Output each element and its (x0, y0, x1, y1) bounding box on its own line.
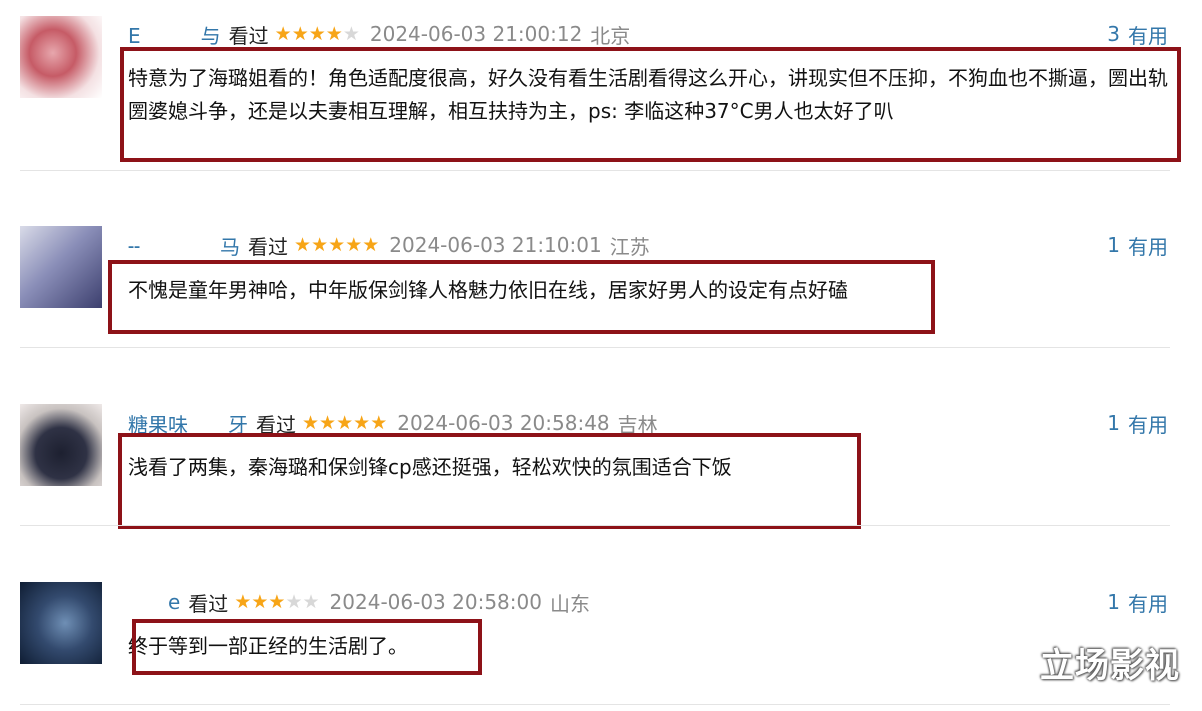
review-meta: ╌ 马 看过 ★ ★ ★ ★ ★ 2024-06-03 21:10:01 江苏 (128, 230, 650, 260)
review-meta: e 看过 ★ ★ ★ ★ ★ 2024-06-03 20:58:00 山东 (128, 587, 590, 617)
star-icon: ★ (268, 590, 286, 613)
useful-count: 3 (1107, 22, 1120, 46)
star-icon: ★ (294, 233, 312, 256)
highlight-box (118, 433, 861, 529)
highlight-box (132, 619, 482, 675)
watched-label: 看过 (228, 23, 269, 48)
useful-button[interactable]: 有用 (1128, 588, 1168, 617)
review-time: 2024-06-03 21:10:01 (389, 233, 602, 257)
highlight-box (108, 260, 935, 334)
avatar[interactable] (20, 226, 102, 308)
review-location: 山东 (549, 591, 590, 616)
useful-button[interactable]: 有用 (1128, 20, 1168, 49)
useful-vote[interactable]: 1 有用 (1107, 408, 1168, 438)
star-icon: ★ (336, 411, 354, 434)
star-icon: ★ (325, 22, 343, 45)
star-icon: ★ (362, 233, 380, 256)
useful-vote[interactable]: 1 有用 (1107, 230, 1168, 260)
review-time: 2024-06-03 21:00:12 (369, 22, 583, 46)
username-link[interactable]: e (128, 590, 180, 614)
watched-label: 看过 (188, 591, 229, 616)
useful-vote[interactable]: 1 有用 (1107, 587, 1168, 617)
useful-vote[interactable]: 3 有用 (1107, 19, 1168, 49)
star-empty-icon: ★ (342, 22, 360, 45)
useful-count: 1 (1107, 233, 1120, 257)
rating-stars: ★ ★ ★ ★ ★ (274, 22, 360, 45)
star-icon: ★ (370, 411, 388, 434)
watched-label: 看过 (248, 234, 289, 259)
review-location: 北京 (590, 23, 631, 48)
avatar[interactable] (20, 16, 102, 98)
star-empty-icon: ★ (302, 590, 320, 613)
star-icon: ★ (302, 411, 320, 434)
star-icon: ★ (308, 22, 326, 45)
star-icon: ★ (234, 590, 252, 613)
useful-button[interactable]: 有用 (1128, 409, 1168, 438)
star-icon: ★ (328, 233, 346, 256)
divider (20, 704, 1170, 705)
watermark-logo: 立场影视 (1040, 646, 1180, 686)
divider (20, 525, 1170, 526)
highlight-box (120, 47, 1181, 162)
username-link[interactable]: Е 与 (128, 20, 221, 49)
useful-count: 1 (1107, 590, 1120, 614)
username-link[interactable]: ╌ 马 (128, 231, 240, 260)
star-empty-icon: ★ (285, 590, 303, 613)
avatar[interactable] (20, 404, 102, 486)
star-icon: ★ (319, 411, 337, 434)
useful-button[interactable]: 有用 (1128, 231, 1168, 260)
divider (20, 170, 1170, 171)
review-time: 2024-06-03 20:58:48 (397, 411, 610, 435)
star-icon: ★ (311, 233, 329, 256)
star-icon: ★ (274, 22, 292, 45)
review-meta: Е 与 看过 ★ ★ ★ ★ ★ 2024-06-03 21:00:12 北京 (128, 19, 630, 49)
avatar[interactable] (20, 582, 102, 664)
star-icon: ★ (291, 22, 309, 45)
rating-stars: ★ ★ ★ ★ ★ (302, 411, 388, 434)
star-icon: ★ (345, 233, 363, 256)
useful-count: 1 (1107, 411, 1120, 435)
review-time: 2024-06-03 20:58:00 (329, 590, 542, 614)
rating-stars: ★ ★ ★ ★ ★ (234, 590, 320, 613)
rating-stars: ★ ★ ★ ★ ★ (294, 233, 380, 256)
divider (20, 347, 1170, 348)
star-icon: ★ (353, 411, 371, 434)
star-icon: ★ (251, 590, 269, 613)
review-location: 江苏 (609, 234, 650, 259)
